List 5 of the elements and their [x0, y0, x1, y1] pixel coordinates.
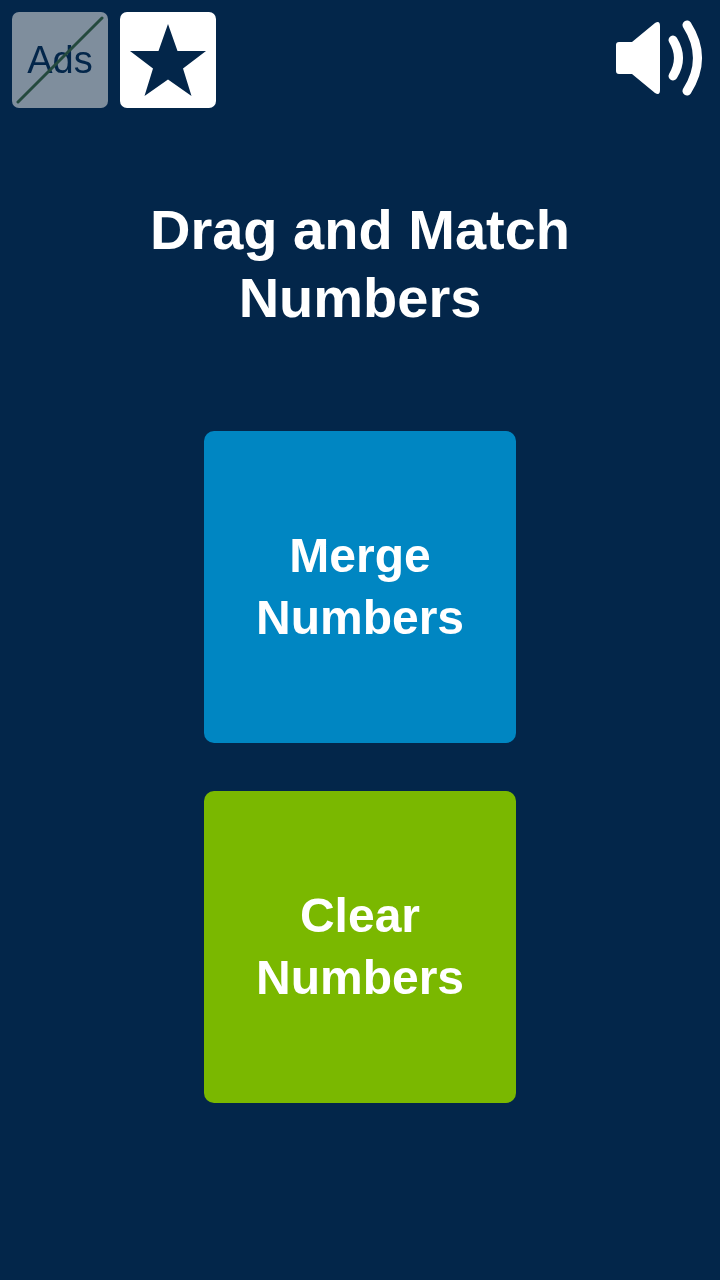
star-button[interactable]	[120, 12, 216, 108]
star-icon	[128, 22, 208, 98]
clear-mode-button[interactable]: Clear Numbers	[204, 791, 516, 1103]
game-title: Drag and Match Numbers	[148, 197, 572, 331]
merge-mode-button[interactable]: Merge Numbers	[204, 431, 516, 743]
